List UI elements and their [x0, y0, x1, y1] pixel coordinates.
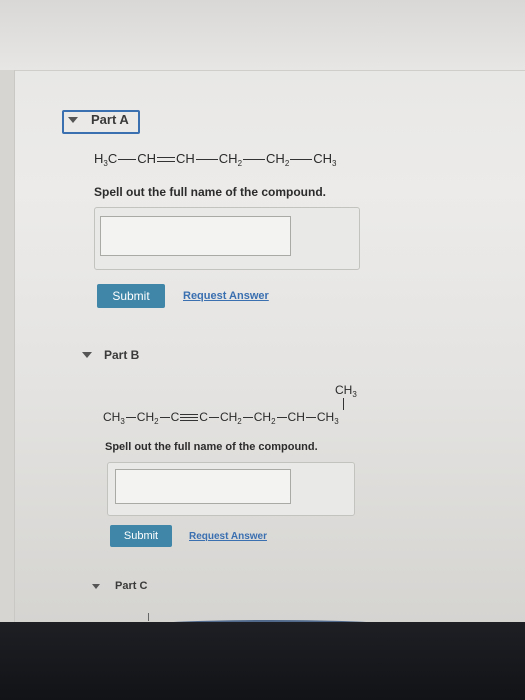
single-bond: [125, 417, 136, 419]
formula-text: CH: [136, 410, 155, 424]
formula-sub: 2: [237, 417, 242, 426]
double-bond: [157, 157, 176, 163]
single-bond: [242, 417, 253, 419]
single-bond: [195, 159, 218, 161]
caret-down-icon[interactable]: [68, 117, 78, 123]
left-strip: [0, 70, 15, 630]
part-a-request-answer-link[interactable]: Request Answer: [183, 290, 269, 302]
part-a-title[interactable]: Part A: [91, 112, 129, 127]
part-a-answer-input[interactable]: [100, 216, 291, 256]
screen: Part A H3C CH CH CH2 CH2 CH3 Spell out the fu…: [0, 0, 525, 640]
top-band: [0, 0, 525, 71]
single-bond: [208, 417, 219, 419]
part-a-formula: H3C CH CH CH2 CH2 CH3: [94, 151, 337, 168]
formula-text: CH: [335, 383, 353, 397]
formula-text: C: [107, 151, 118, 166]
laptop-bezel: [0, 622, 525, 700]
formula-text: CH: [316, 410, 335, 424]
part-b-prompt: Spell out the full name of the compound.: [105, 441, 318, 453]
formula-sub: 2: [271, 417, 276, 426]
part-b-formula: CH3 CH2 C C CH2 CH2 CH CH3: [103, 410, 339, 426]
caret-down-icon[interactable]: [92, 584, 100, 589]
formula-sub: 3: [120, 417, 125, 426]
formula-text: CH: [313, 151, 333, 166]
text-cursor: [148, 613, 149, 621]
single-bond: [276, 417, 287, 419]
formula-text: CH: [287, 410, 305, 424]
formula-text: C: [170, 410, 180, 424]
formula-text: CH: [103, 410, 121, 424]
formula-text: CH: [219, 410, 238, 424]
single-bond: [290, 159, 313, 161]
single-bond: [243, 159, 266, 161]
formula-sub: 2: [154, 417, 159, 426]
single-bond: [305, 417, 316, 419]
formula-sub: 3: [334, 417, 339, 426]
formula-sub: 3: [332, 159, 337, 168]
formula-text: CH: [218, 151, 238, 166]
single-bond: [159, 417, 170, 419]
formula-sub: 2: [284, 159, 290, 168]
formula-text: CH: [266, 151, 285, 166]
part-a-prompt: Spell out the full name of the compound.: [94, 185, 326, 199]
part-b-title[interactable]: Part B: [104, 348, 139, 362]
part-c-title[interactable]: Part C: [115, 580, 147, 592]
triple-bond: [180, 414, 199, 422]
formula-text: C: [199, 410, 208, 424]
formula-text: CH: [137, 151, 157, 166]
caret-down-icon[interactable]: [82, 352, 92, 358]
formula-sub: 2: [237, 159, 243, 168]
formula-text: CH: [176, 151, 195, 166]
part-b-request-answer-link[interactable]: Request Answer: [189, 531, 267, 542]
single-bond: [118, 159, 137, 161]
formula-text: CH: [253, 410, 272, 424]
part-a-submit-button[interactable]: Submit: [97, 284, 165, 308]
part-b-branch: CH3: [335, 383, 357, 399]
part-b-submit-button[interactable]: Submit: [110, 525, 172, 547]
formula-text: H: [94, 151, 104, 166]
branch-bond: [343, 398, 344, 410]
formula-sub: 3: [352, 390, 357, 399]
part-b-answer-input[interactable]: [115, 469, 291, 504]
